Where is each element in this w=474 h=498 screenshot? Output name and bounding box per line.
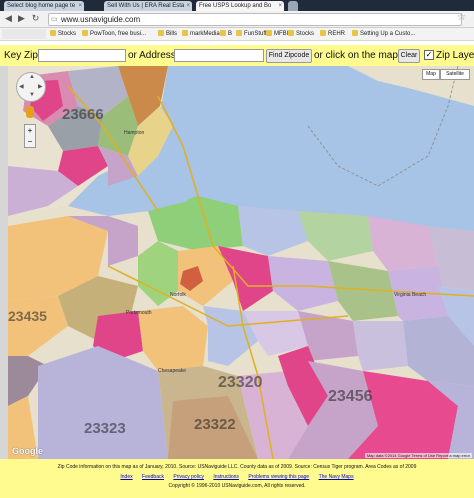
zip-input[interactable] <box>38 49 126 62</box>
bookmark-item[interactable]: Stocks <box>50 29 76 39</box>
folder-icon <box>288 30 294 36</box>
zip-layer-label: Zip Layer <box>436 50 474 61</box>
address-toolbar: ◀ ▶ ↻ ▭ www.usnaviguide.com ☆ <box>0 11 474 28</box>
place-label-norfolk: Norfolk <box>170 292 186 298</box>
folder-icon <box>50 30 56 36</box>
place-label-portsmouth: Portsmouth <box>126 310 152 316</box>
folder-icon <box>320 30 326 36</box>
bookmark-item[interactable]: B <box>220 29 232 39</box>
bookmarks-bar: Stocks PowToon, free busi... Bills markM… <box>0 28 474 41</box>
pan-up-icon[interactable]: ▲ <box>29 74 35 80</box>
footer-link-navy-maps[interactable]: The Navy Maps <box>319 474 354 480</box>
folder-icon <box>220 30 226 36</box>
zip-label-23322: 23322 <box>194 416 236 433</box>
tab-era-real-estate[interactable]: Sell With Us | ERA Real Esta × <box>104 1 192 11</box>
close-tab-icon[interactable]: × <box>278 1 282 11</box>
place-label-chesapeake: Chesapeake <box>158 368 187 374</box>
google-logo[interactable]: Google <box>12 446 43 456</box>
bookmark-item[interactable]: FunStuff <box>236 29 267 39</box>
back-icon[interactable]: ◀ <box>3 13 14 24</box>
or-address-label: or Address <box>128 50 176 61</box>
url-field[interactable]: ▭ www.usnaviguide.com <box>48 13 462 26</box>
click-map-label: or click on the map. <box>314 50 401 61</box>
footer-link-feedback[interactable]: Feedback <box>142 474 164 480</box>
zip-label-23456: 23456 <box>328 388 373 405</box>
bay-water <box>348 176 403 216</box>
zip-label-23320: 23320 <box>218 374 263 391</box>
key-zip-label: Key Zip <box>4 50 38 61</box>
tab-label: Sell With Us | ERA Real Esta <box>107 3 185 9</box>
folder-icon <box>236 30 242 36</box>
new-tab-button[interactable] <box>288 1 298 11</box>
place-label-hampton: Hampton <box>124 130 145 136</box>
clear-button[interactable]: Clear <box>398 49 420 63</box>
tab-label: Select blog home page te <box>7 3 76 9</box>
footer-link-index[interactable]: Index <box>120 474 132 480</box>
zip-regions-layer <box>8 66 474 459</box>
bookmark-item[interactable]: PowToon, free busi... <box>82 29 146 39</box>
bookmark-item[interactable]: Setting Up a Custo... <box>352 29 415 39</box>
close-tab-icon[interactable]: × <box>186 1 190 11</box>
place-label-virginia-beach: Virginia Beach <box>394 292 427 298</box>
find-zipcode-button[interactable]: Find Zipcode <box>266 49 312 63</box>
bookmark-item[interactable]: REHR <box>320 29 345 39</box>
map-type-map-button[interactable]: Map <box>422 69 440 80</box>
bookmark-star-icon[interactable]: ☆ <box>457 12 466 23</box>
pan-down-icon[interactable]: ▼ <box>29 92 35 98</box>
close-tab-icon[interactable]: × <box>78 1 82 11</box>
zip-lookup-bar: Key Zip or Address Find Zipcode or click… <box>0 45 474 66</box>
folder-icon <box>352 30 358 36</box>
zip-map[interactable]: 23666 23435 23320 23456 23323 23322 Hamp… <box>8 66 474 459</box>
bookmark-apps[interactable] <box>2 29 46 39</box>
tab-blog-home[interactable]: Select blog home page te × <box>4 1 84 11</box>
zip-label-23323: 23323 <box>84 420 126 437</box>
footer-link-problems[interactable]: Problems viewing this page <box>248 474 309 480</box>
folder-icon <box>182 30 188 36</box>
forward-icon[interactable]: ▶ <box>16 13 27 24</box>
map-type-satellite-button[interactable]: Satellite <box>440 69 470 80</box>
footer-links: Index Feedback Privacy policy Instructio… <box>0 474 474 480</box>
footer-source-text: Zip Code information on this map as of J… <box>57 464 417 470</box>
url-text: www.usnaviguide.com <box>61 15 141 24</box>
zip-region <box>353 321 408 371</box>
bookmark-item[interactable]: markMedia <box>182 29 220 39</box>
page-icon: ▭ <box>51 16 58 23</box>
footer-copyright: Copyright © 1996-2010 USNaviguide.com, A… <box>168 483 306 489</box>
map-attribution[interactable]: Map data ©2014 Google Terms of Use Repor… <box>364 453 472 458</box>
footer-link-instructions[interactable]: Instructions <box>213 474 239 480</box>
folder-icon <box>266 30 272 36</box>
zoom-in-icon[interactable]: + <box>25 125 35 136</box>
tab-usps-lookup[interactable]: Free USPS Lookup and Bo × <box>196 1 284 11</box>
zip-label-23666: 23666 <box>62 106 104 123</box>
folder-icon <box>82 30 88 36</box>
tab-label: Free USPS Lookup and Bo <box>199 3 272 9</box>
zip-label-23435: 23435 <box>8 308 47 324</box>
page-left-margin <box>0 66 8 459</box>
reload-icon[interactable]: ↻ <box>30 13 41 24</box>
address-input[interactable] <box>174 49 264 62</box>
pan-control[interactable]: ▲ ▼ ◀ ▶ <box>16 72 46 102</box>
street-view-pegman-icon[interactable] <box>26 106 34 118</box>
bookmark-item[interactable]: Stocks <box>288 29 314 39</box>
folder-icon <box>158 30 164 36</box>
zoom-control[interactable]: + − <box>24 124 36 148</box>
zoom-out-icon[interactable]: − <box>25 136 35 147</box>
page-footer: Zip Code information on this map as of J… <box>0 459 474 498</box>
pan-left-icon[interactable]: ◀ <box>19 83 24 90</box>
tab-strip: Select blog home page te × Sell With Us |… <box>0 0 474 11</box>
zip-layer-checkbox[interactable]: ✓ <box>424 50 434 60</box>
pan-right-icon[interactable]: ▶ <box>38 83 43 90</box>
footer-link-privacy[interactable]: Privacy policy <box>173 474 204 480</box>
bookmark-item[interactable]: Bills <box>158 29 177 39</box>
